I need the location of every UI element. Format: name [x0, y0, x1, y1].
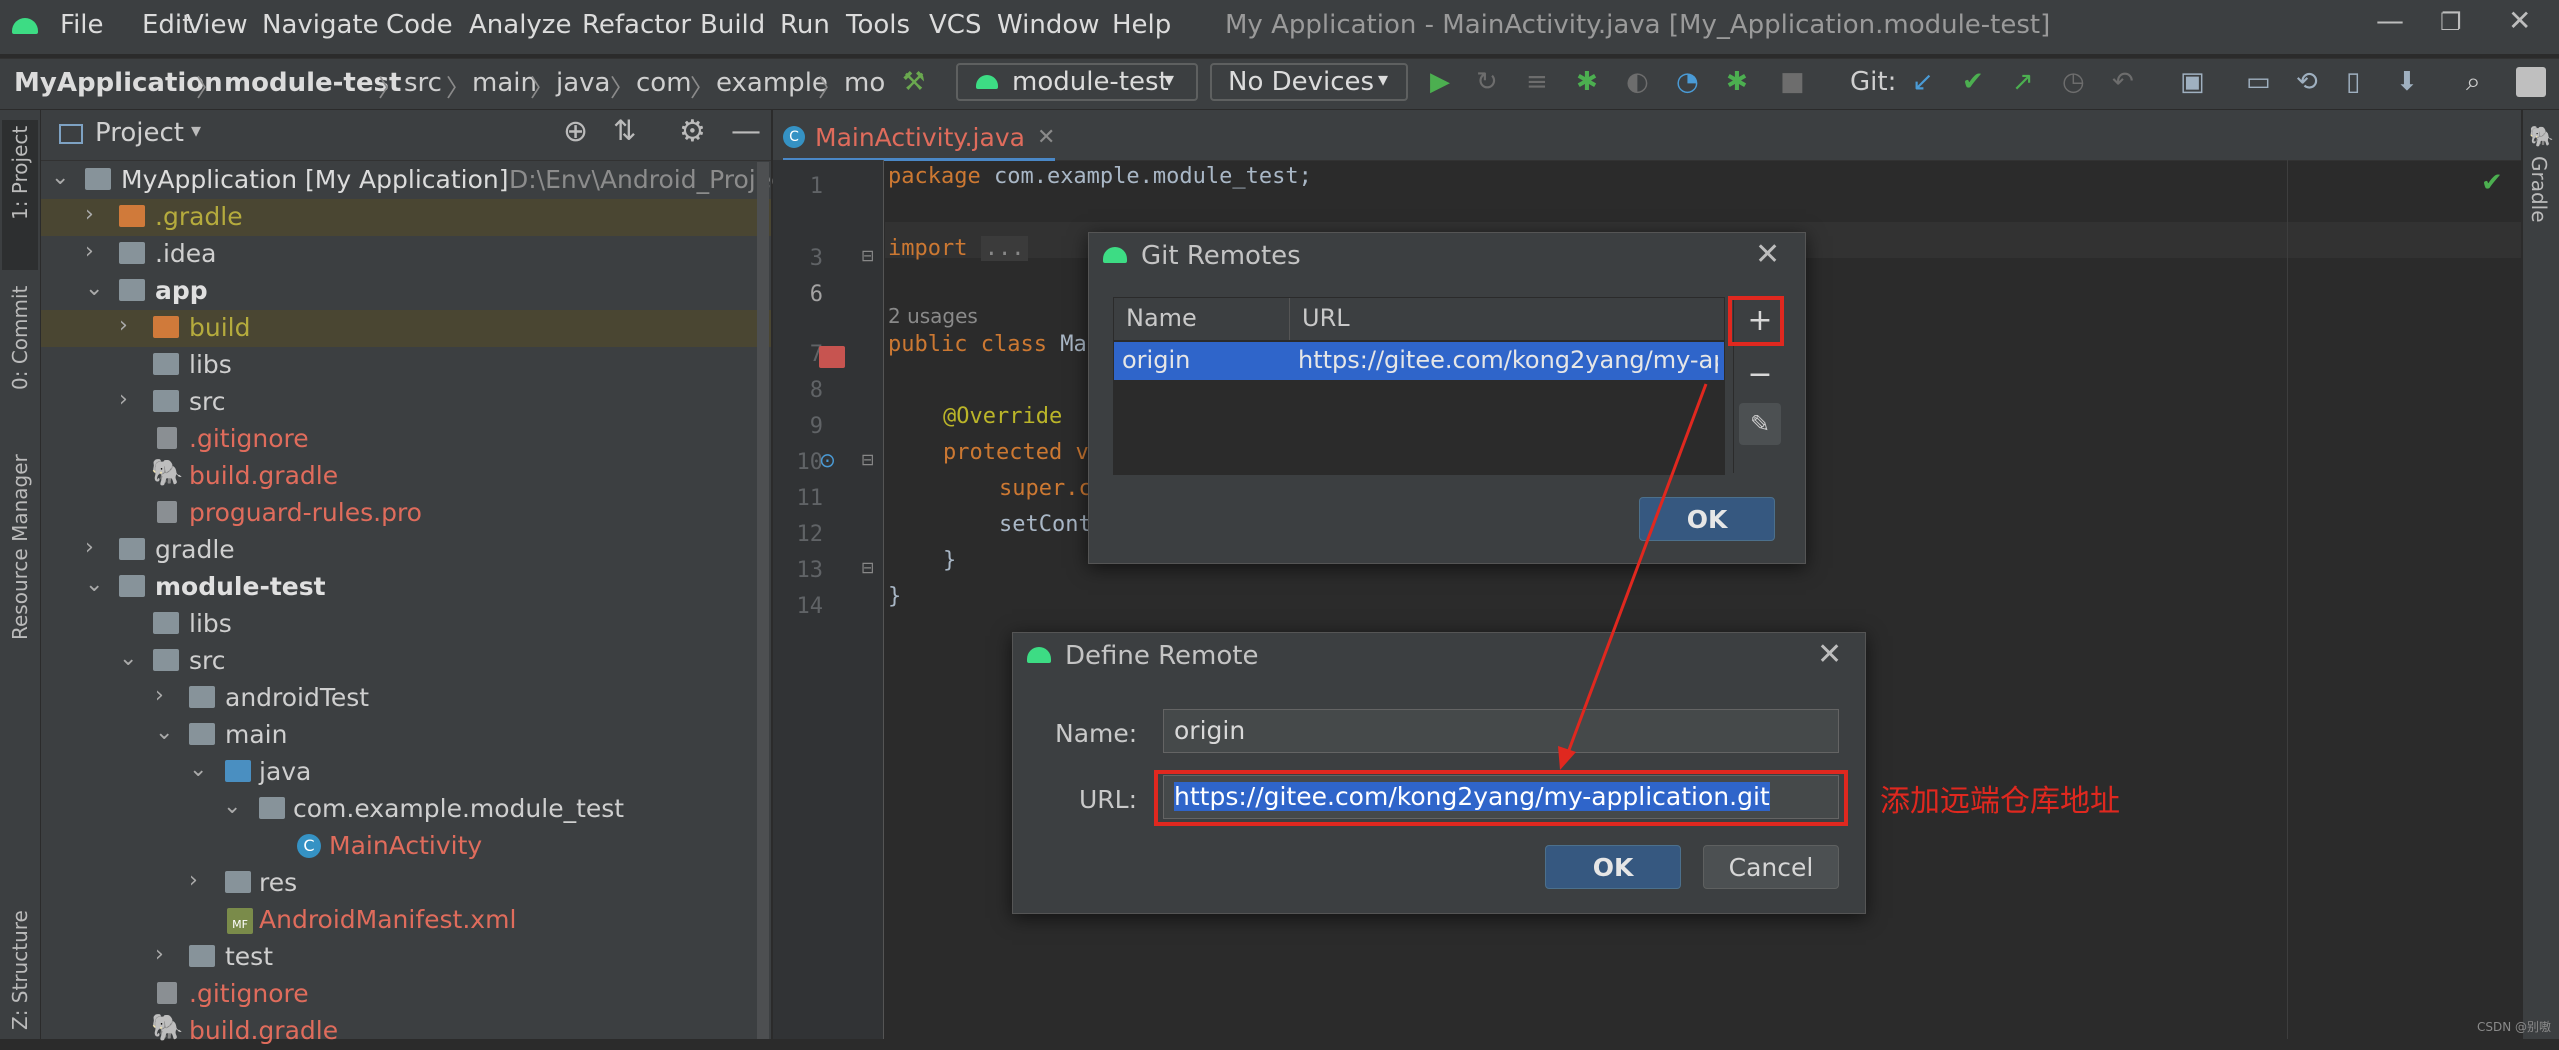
watermark: CSDN @别嗷 — [2476, 1020, 2551, 1034]
annotation-arrow — [1558, 383, 1708, 770]
